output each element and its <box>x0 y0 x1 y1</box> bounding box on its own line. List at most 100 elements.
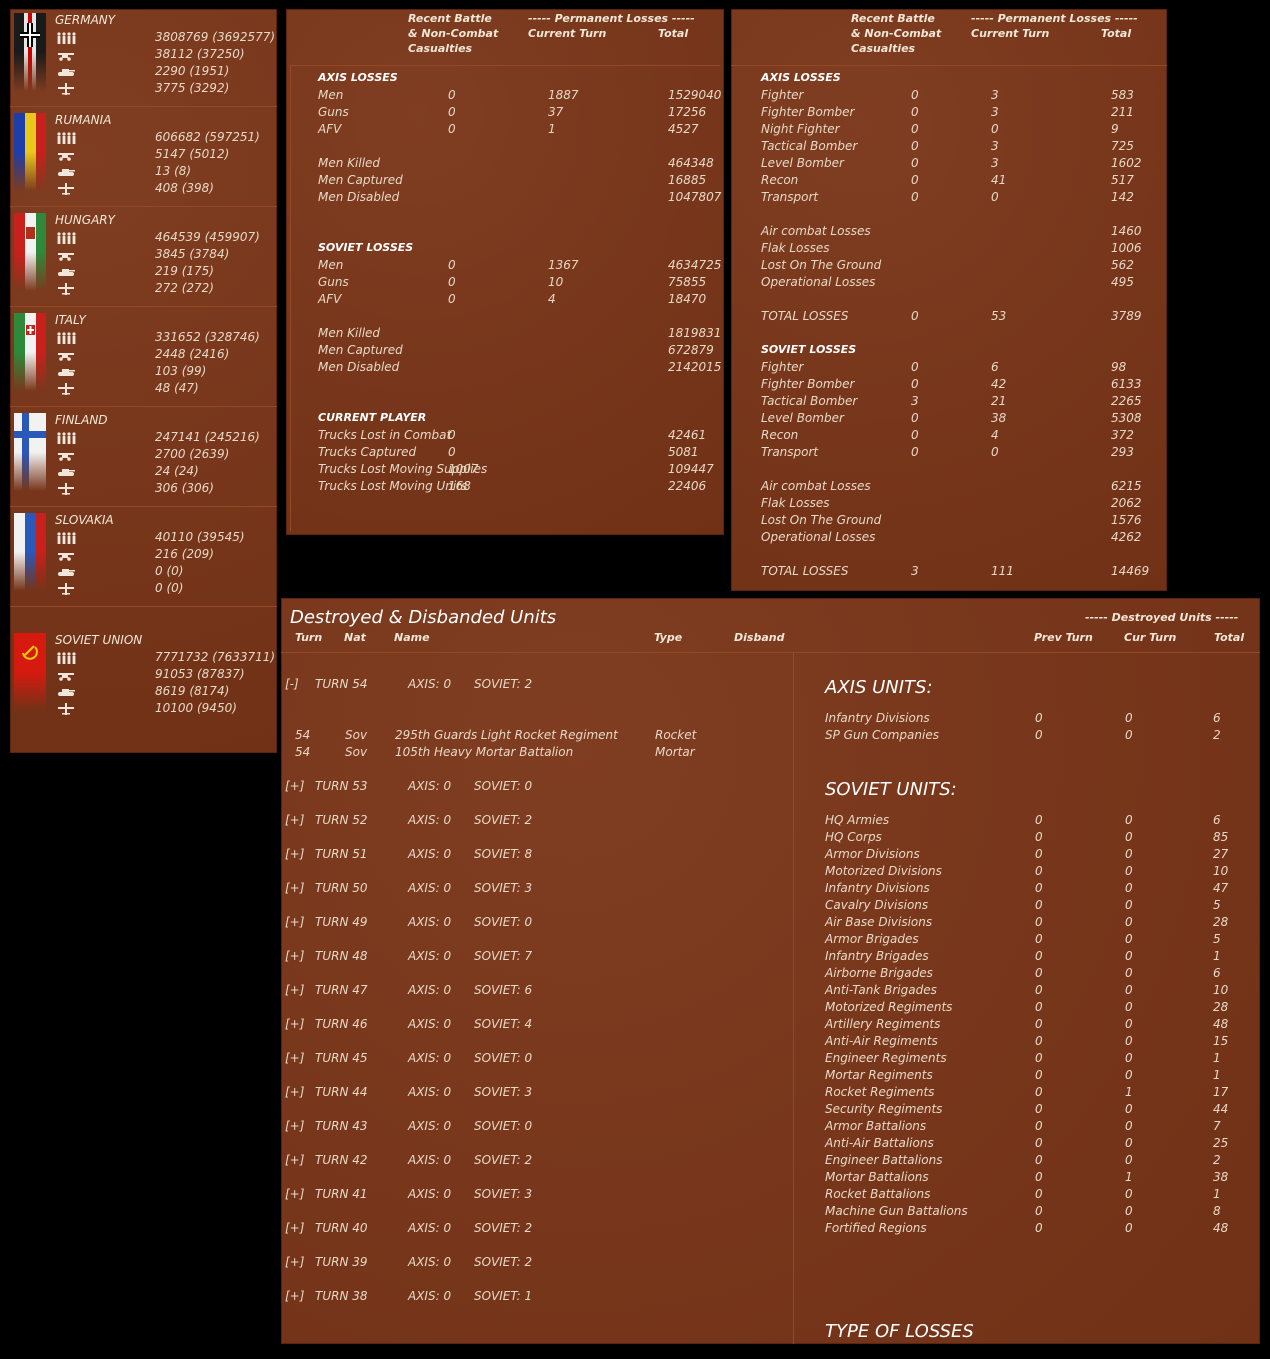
unit-count-value: 7 <box>1213 1119 1221 1133</box>
unit-count-value: 0 <box>1035 932 1043 946</box>
turn-label[interactable]: TURN 44 <box>315 1084 368 1101</box>
nation-flag-icon <box>14 213 46 291</box>
unit-count-value: 0 <box>1035 864 1043 878</box>
air-total-value: 14469 <box>1111 564 1150 578</box>
unit-name[interactable]: 105th Heavy Mortar Battalion <box>395 744 573 761</box>
turn-label[interactable]: TURN 38 <box>315 1288 368 1305</box>
unit-count-value: 1 <box>1125 1085 1133 1099</box>
turn-label[interactable]: TURN 49 <box>315 914 368 931</box>
unit-count-value: 0 <box>1125 1102 1133 1116</box>
turn-label[interactable]: TURN 52 <box>315 812 368 829</box>
collapse-toggle[interactable]: [-] <box>285 676 299 693</box>
air-loss-label: Lost On The Ground <box>761 513 882 527</box>
expand-toggle[interactable]: [+] <box>285 1254 304 1271</box>
unit-type: Rocket <box>655 728 697 742</box>
air-loss-value: 142 <box>1111 190 1134 204</box>
turn-label[interactable]: TURN 39 <box>315 1254 368 1271</box>
col-disband-header[interactable]: Disband <box>734 630 784 645</box>
turn-label[interactable]: TURN 42 <box>315 1152 368 1169</box>
turn-label[interactable]: TURN 54 <box>315 676 368 693</box>
expand-toggle[interactable]: [+] <box>285 1186 304 1203</box>
nation-flag-icon <box>14 633 46 711</box>
air-loss-value: 21 <box>991 394 1007 408</box>
expand-toggle[interactable]: [+] <box>285 1084 304 1101</box>
expand-toggle[interactable]: [+] <box>285 1220 304 1237</box>
nation-loss-value: 0 (0) <box>155 581 184 595</box>
air-loss-value: 0 <box>911 173 919 187</box>
section-title: CURRENT PLAYER <box>318 411 427 424</box>
expand-toggle[interactable]: [+] <box>285 1016 304 1033</box>
ground-loss-value: 0 <box>448 105 456 119</box>
soviet-count: SOVIET: 2 <box>474 813 533 827</box>
air-loss-value: 0 <box>911 88 919 102</box>
expand-toggle[interactable]: [+] <box>285 982 304 999</box>
ground-loss-value: 0 <box>448 292 456 306</box>
turn-label[interactable]: TURN 53 <box>315 778 368 795</box>
ground-loss-value: 4634725 <box>668 258 722 272</box>
turn-label[interactable]: TURN 47 <box>315 982 368 999</box>
ground-loss-label: Men Disabled <box>318 190 400 204</box>
col-type-header[interactable]: Type <box>654 630 682 645</box>
unit-count-value: 0 <box>1035 847 1043 861</box>
air-loss-label: Fighter <box>761 88 804 102</box>
gun-icon <box>56 449 76 461</box>
expand-toggle[interactable]: [+] <box>285 948 304 965</box>
unit-count-value: 5 <box>1213 932 1221 946</box>
turn-label[interactable]: TURN 48 <box>315 948 368 965</box>
tank-icon <box>56 166 76 178</box>
nation-loss-value: 219 (175) <box>155 264 214 278</box>
air-loss-label: Air combat Losses <box>761 224 871 238</box>
expand-toggle[interactable]: [+] <box>285 812 304 829</box>
unit-count-value: 0 <box>1035 966 1043 980</box>
axis-count: AXIS: 0 <box>408 1017 452 1031</box>
unit-count-value: 0 <box>1125 983 1133 997</box>
nation-loss-value: 331652 (328746) <box>155 330 260 344</box>
col-turn-header[interactable]: Turn <box>295 630 322 645</box>
ground-loss-value: 75855 <box>668 275 707 289</box>
expand-toggle[interactable]: [+] <box>285 880 304 897</box>
unit-count-label: Anti-Air Regiments <box>825 1034 938 1048</box>
expand-toggle[interactable]: [+] <box>285 1118 304 1135</box>
expand-toggle[interactable]: [+] <box>285 914 304 931</box>
type-of-losses-title: TYPE OF LOSSES <box>825 1321 974 1342</box>
turn-label[interactable]: TURN 41 <box>315 1186 368 1203</box>
turn-label[interactable]: TURN 51 <box>315 846 368 863</box>
expand-toggle[interactable]: [+] <box>285 1050 304 1067</box>
ground-loss-value: 1 <box>548 122 556 136</box>
unit-count-value: 0 <box>1125 864 1133 878</box>
nation-name: FINLAND <box>55 413 108 427</box>
nation-loss-value: 0 (0) <box>155 564 184 578</box>
units-title: Destroyed & Disbanded Units <box>290 607 557 628</box>
expand-toggle[interactable]: [+] <box>285 778 304 795</box>
air-loss-value: 3 <box>911 394 919 408</box>
air-loss-value: 0 <box>911 156 919 170</box>
unit-count-value: 0 <box>1035 1153 1043 1167</box>
turn-label[interactable]: TURN 45 <box>315 1050 368 1067</box>
expand-toggle[interactable]: [+] <box>285 1152 304 1169</box>
unit-name[interactable]: 295th Guards Light Rocket Regiment <box>395 727 618 744</box>
turn-label[interactable]: TURN 40 <box>315 1220 368 1237</box>
nation-name: GERMANY <box>55 13 116 27</box>
axis-count: AXIS: 0 <box>408 949 452 963</box>
nation-name: HUNGARY <box>55 213 115 227</box>
air-loss-label: Fighter Bomber <box>761 105 855 119</box>
soviet-count: SOVIET: 0 <box>474 1051 533 1065</box>
axis-count: AXIS: 0 <box>408 1153 452 1167</box>
infantry-icon <box>56 432 76 444</box>
turn-label[interactable]: TURN 43 <box>315 1118 368 1135</box>
unit-count-value: 10 <box>1213 864 1229 878</box>
air-loss-value: 372 <box>1111 428 1134 442</box>
unit-count-value: 0 <box>1125 1000 1133 1014</box>
air-loss-value: 1602 <box>1111 156 1142 170</box>
unit-count-value: 0 <box>1125 1034 1133 1048</box>
nation-loss-value: 13 (8) <box>155 164 192 178</box>
col-nat-header[interactable]: Nat <box>344 630 366 645</box>
tank-icon <box>56 266 76 278</box>
expand-toggle[interactable]: [+] <box>285 846 304 863</box>
turn-label[interactable]: TURN 46 <box>315 1016 368 1033</box>
col-name-header[interactable]: Name <box>394 630 430 645</box>
expand-toggle[interactable]: [+] <box>285 1288 304 1305</box>
infantry-icon <box>56 232 76 244</box>
turn-label[interactable]: TURN 50 <box>315 880 368 897</box>
unit-count-value: 10 <box>1213 983 1229 997</box>
